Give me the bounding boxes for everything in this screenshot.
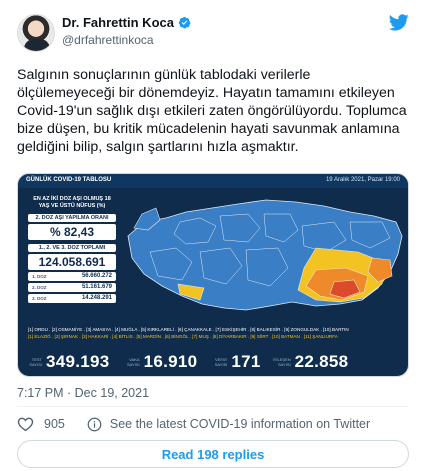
tweet-card: Dr. Fahrettin Koca @drfahrettinkoca Salg… <box>0 0 426 471</box>
heart-icon <box>17 417 34 432</box>
dose-row: 3. DOZ 14.248.291 <box>28 294 116 303</box>
media-date: 19 Aralık 2021, Pazar 19:00 <box>325 177 400 183</box>
dose-row: 1. DOZ 56.660.272 <box>28 272 116 281</box>
tweet-media-image[interactable]: GÜNLÜK COVID-19 TABLOSU 19 Aralık 2021, … <box>17 173 409 377</box>
read-replies-button[interactable]: Read 198 replies <box>17 440 409 468</box>
turkey-map <box>127 199 403 311</box>
covid-info-text: See the latest COVID-19 information on T… <box>109 417 371 431</box>
legend-yellow: [1] ELAZIĞ . [2] ŞIRNAK . [3] HAKKARİ . … <box>28 334 338 339</box>
rate-value: % 82,43 <box>28 224 116 240</box>
tweet-timestamp[interactable]: 7:17 PM · Dec 19, 2021 <box>17 386 149 400</box>
twitter-bird-icon[interactable] <box>389 14 409 31</box>
divider <box>17 406 409 407</box>
stat-cases: VAKA SAYISI 16.910 <box>126 352 198 371</box>
tweet-text: Salgının sonuçlarının günlük tablodaki v… <box>17 67 407 155</box>
legend-white: [1] ORDU . [2] OSMANİYE . [3] AMASYA . [… <box>28 327 349 332</box>
dose-row: 2. DOZ 51.161.679 <box>28 283 116 292</box>
avatar[interactable] <box>17 14 55 52</box>
total-value: 124.058.691 <box>28 254 116 270</box>
covid-info-link[interactable]: See the latest COVID-19 information on T… <box>87 417 370 432</box>
verified-badge-icon <box>178 16 191 29</box>
stats-bar: TEST SAYISI 349.193 VAKA SAYISI 16.910 V… <box>24 350 404 374</box>
stat-deaths: VEFAT SAYISI 171 <box>214 352 261 371</box>
stat-test: TEST SAYISI 349.193 <box>29 352 110 371</box>
author-handle[interactable]: @drfahrettinkoca <box>62 33 154 47</box>
legend-area: [1] ORDU . [2] OSMANİYE . [3] AMASYA . [… <box>28 326 400 344</box>
author-name[interactable]: Dr. Fahrettin Koca <box>62 15 174 30</box>
rate-label: 2. DOZ AŞI YAPILMA ORANI <box>28 214 116 222</box>
like-button[interactable]: 905 <box>17 416 65 432</box>
panel-head: EN AZ İKİ DOZ AŞI OLMUŞ 18 YAŞ VE ÜSTÜ N… <box>33 196 111 209</box>
tweet-actions: 905 See the latest COVID-19 information … <box>17 414 409 434</box>
media-title: GÜNLÜK COVID-19 TABLOSU <box>26 177 112 183</box>
author-row: Dr. Fahrettin Koca <box>62 15 191 30</box>
vaccination-panel: EN AZ İKİ DOZ AŞI OLMUŞ 18 YAŞ VE ÜSTÜ N… <box>28 196 116 318</box>
total-label: 1., 2. VE 3. DOZ TOPLAMI <box>28 244 116 252</box>
like-count: 905 <box>44 417 65 431</box>
stat-recovered: İYİLEŞEN SAYISI 22.858 <box>272 352 349 371</box>
info-icon <box>87 417 102 431</box>
